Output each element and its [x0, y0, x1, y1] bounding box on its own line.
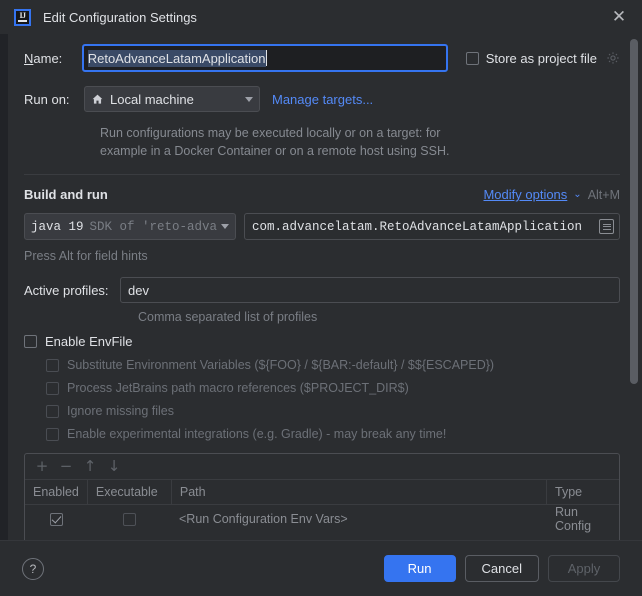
- row-type-cell: Run Config: [555, 505, 592, 534]
- dialog-title: Edit Configuration Settings: [43, 9, 197, 25]
- cancel-button[interactable]: Cancel: [464, 555, 539, 582]
- intellij-logo-text: IJ: [19, 11, 26, 20]
- substitute-env-vars-checkbox: [46, 358, 59, 372]
- jdk-description-label: SDK of 'reto-advar: [89, 219, 217, 234]
- row-enabled-cell[interactable]: [25, 505, 87, 533]
- experimental-integrations-checkbox: [46, 427, 59, 441]
- run-on-label: Run on:: [24, 91, 70, 107]
- run-on-hint-line-1: Run configurations may be executed local…: [100, 126, 441, 140]
- run-button[interactable]: Run: [383, 555, 456, 582]
- active-profiles-input[interactable]: dev: [120, 277, 620, 304]
- experimental-integrations-label: Enable experimental integrations (e.g. G…: [67, 427, 447, 442]
- name-label-mnemonic: N: [24, 50, 34, 66]
- text-caret: [265, 50, 267, 66]
- modify-options-shortcut: Alt+M: [587, 187, 620, 202]
- env-table-header: Enabled Executable Path Type: [25, 480, 619, 506]
- ignore-missing-files-label: Ignore missing files: [67, 404, 174, 419]
- process-path-macros-checkbox: [46, 381, 59, 395]
- edit-configuration-settings-dialog: IJ Edit Configuration Settings ✕ Name: R…: [0, 0, 642, 596]
- envfile-option-row: Substitute Environment Variables (${FOO}…: [24, 358, 620, 372]
- run-on-hint-line-2: example in a Docker Container or on a re…: [100, 144, 450, 159]
- row-executable-checkbox[interactable]: [122, 512, 136, 526]
- column-header-enabled[interactable]: Enabled: [25, 480, 88, 505]
- envfile-option-row: Enable experimental integrations (e.g. G…: [24, 427, 620, 441]
- row-enabled-checkbox[interactable]: [49, 512, 63, 526]
- apply-button: Apply: [548, 555, 620, 582]
- env-vars-table: + − ↑ ↓ Enabled Executable Path Type <Ru…: [24, 453, 620, 540]
- name-input-value: RetoAdvanceLatamApplication: [87, 49, 266, 67]
- store-as-project-file-label: Store as project file: [485, 50, 597, 66]
- add-icon[interactable]: +: [31, 457, 53, 477]
- substitute-env-vars-label: Substitute Environment Variables (${FOO}…: [67, 358, 495, 373]
- dialog-titlebar: IJ Edit Configuration Settings ✕: [0, 0, 642, 34]
- build-and-run-title: Build and run: [24, 187, 108, 203]
- manage-targets-link[interactable]: Manage targets...: [272, 92, 373, 107]
- active-profiles-row: Active profiles: dev: [24, 277, 620, 304]
- browse-class-icon[interactable]: [599, 219, 614, 235]
- active-profiles-note: Comma separated list of profiles: [138, 310, 318, 325]
- env-table-empty-space: [25, 533, 619, 540]
- dialog-content: Name: RetoAdvanceLatamApplication Store …: [8, 34, 642, 540]
- column-header-path[interactable]: Path: [172, 480, 547, 505]
- run-on-dropdown[interactable]: Local machine: [84, 86, 260, 112]
- env-table-toolbar: + − ↑ ↓: [25, 454, 619, 481]
- process-path-macros-label: Process JetBrains path macro references …: [67, 381, 409, 396]
- run-on-row: Run on: Local machine Manage targets...: [24, 86, 620, 112]
- home-icon: [91, 93, 104, 106]
- dialog-footer: ? Run Cancel Apply: [0, 540, 642, 596]
- envfile-option-row: Ignore missing files: [24, 404, 620, 418]
- name-label: Name:: [24, 51, 82, 66]
- run-on-hint-text: Run configurations may be executed local…: [100, 124, 620, 160]
- help-button[interactable]: ?: [22, 557, 44, 580]
- remove-icon[interactable]: −: [55, 457, 77, 477]
- footer-buttons: Run Cancel Apply: [383, 555, 620, 582]
- jdk-dropdown[interactable]: java 19 SDK of 'reto-advar: [24, 213, 236, 241]
- vertical-scrollbar[interactable]: [630, 39, 638, 384]
- enable-envfile-row[interactable]: Enable EnvFile: [24, 334, 620, 349]
- left-gutter: [0, 34, 8, 540]
- modify-options-group: Modify options ⌄ Alt+M: [483, 187, 620, 202]
- dialog-body: Name: RetoAdvanceLatamApplication Store …: [0, 34, 642, 540]
- field-hints-note: Press Alt for field hints: [24, 249, 148, 264]
- main-class-field[interactable]: com.advancelatam.RetoAdvanceLatamApplica…: [244, 213, 620, 241]
- name-label-rest: ame:: [33, 50, 63, 66]
- jdk-and-class-row: java 19 SDK of 'reto-advar com.advancela…: [24, 213, 620, 241]
- jdk-version-label: java 19: [31, 219, 84, 234]
- move-up-icon[interactable]: ↑: [79, 457, 101, 477]
- build-and-run-header: Build and run Modify options ⌄ Alt+M: [24, 187, 620, 202]
- move-down-icon[interactable]: ↓: [103, 457, 125, 477]
- store-as-project-file-row[interactable]: Store as project file: [465, 50, 620, 66]
- enable-envfile-label: Enable EnvFile: [45, 334, 133, 350]
- envfile-option-row: Process JetBrains path macro references …: [24, 381, 620, 395]
- column-header-executable[interactable]: Executable: [88, 480, 172, 505]
- main-class-value: com.advancelatam.RetoAdvanceLatamApplica…: [252, 219, 583, 234]
- name-row: Name: RetoAdvanceLatamApplication Store …: [24, 44, 620, 72]
- run-on-selected-value: Local machine: [110, 91, 194, 107]
- close-icon[interactable]: ✕: [606, 4, 632, 30]
- gear-icon[interactable]: [606, 51, 620, 65]
- row-path-cell[interactable]: <Run Configuration Env Vars>: [171, 505, 547, 533]
- active-profiles-label: Active profiles:: [24, 282, 109, 298]
- table-row[interactable]: <Run Configuration Env Vars> Run Config: [25, 505, 619, 533]
- modify-options-link[interactable]: Modify options: [483, 187, 567, 202]
- column-header-type[interactable]: Type: [547, 480, 619, 504]
- row-executable-cell[interactable]: [87, 505, 171, 533]
- enable-envfile-checkbox[interactable]: [24, 335, 37, 349]
- section-divider: [24, 174, 620, 176]
- store-as-project-file-checkbox[interactable]: [465, 51, 479, 65]
- chevron-down-icon: [221, 224, 229, 230]
- chevron-down-icon: [245, 96, 253, 102]
- ignore-missing-files-checkbox: [46, 404, 59, 418]
- intellij-logo-icon: IJ: [14, 8, 31, 26]
- chevron-down-icon[interactable]: ⌄: [573, 189, 581, 200]
- name-input[interactable]: RetoAdvanceLatamApplication: [81, 44, 448, 72]
